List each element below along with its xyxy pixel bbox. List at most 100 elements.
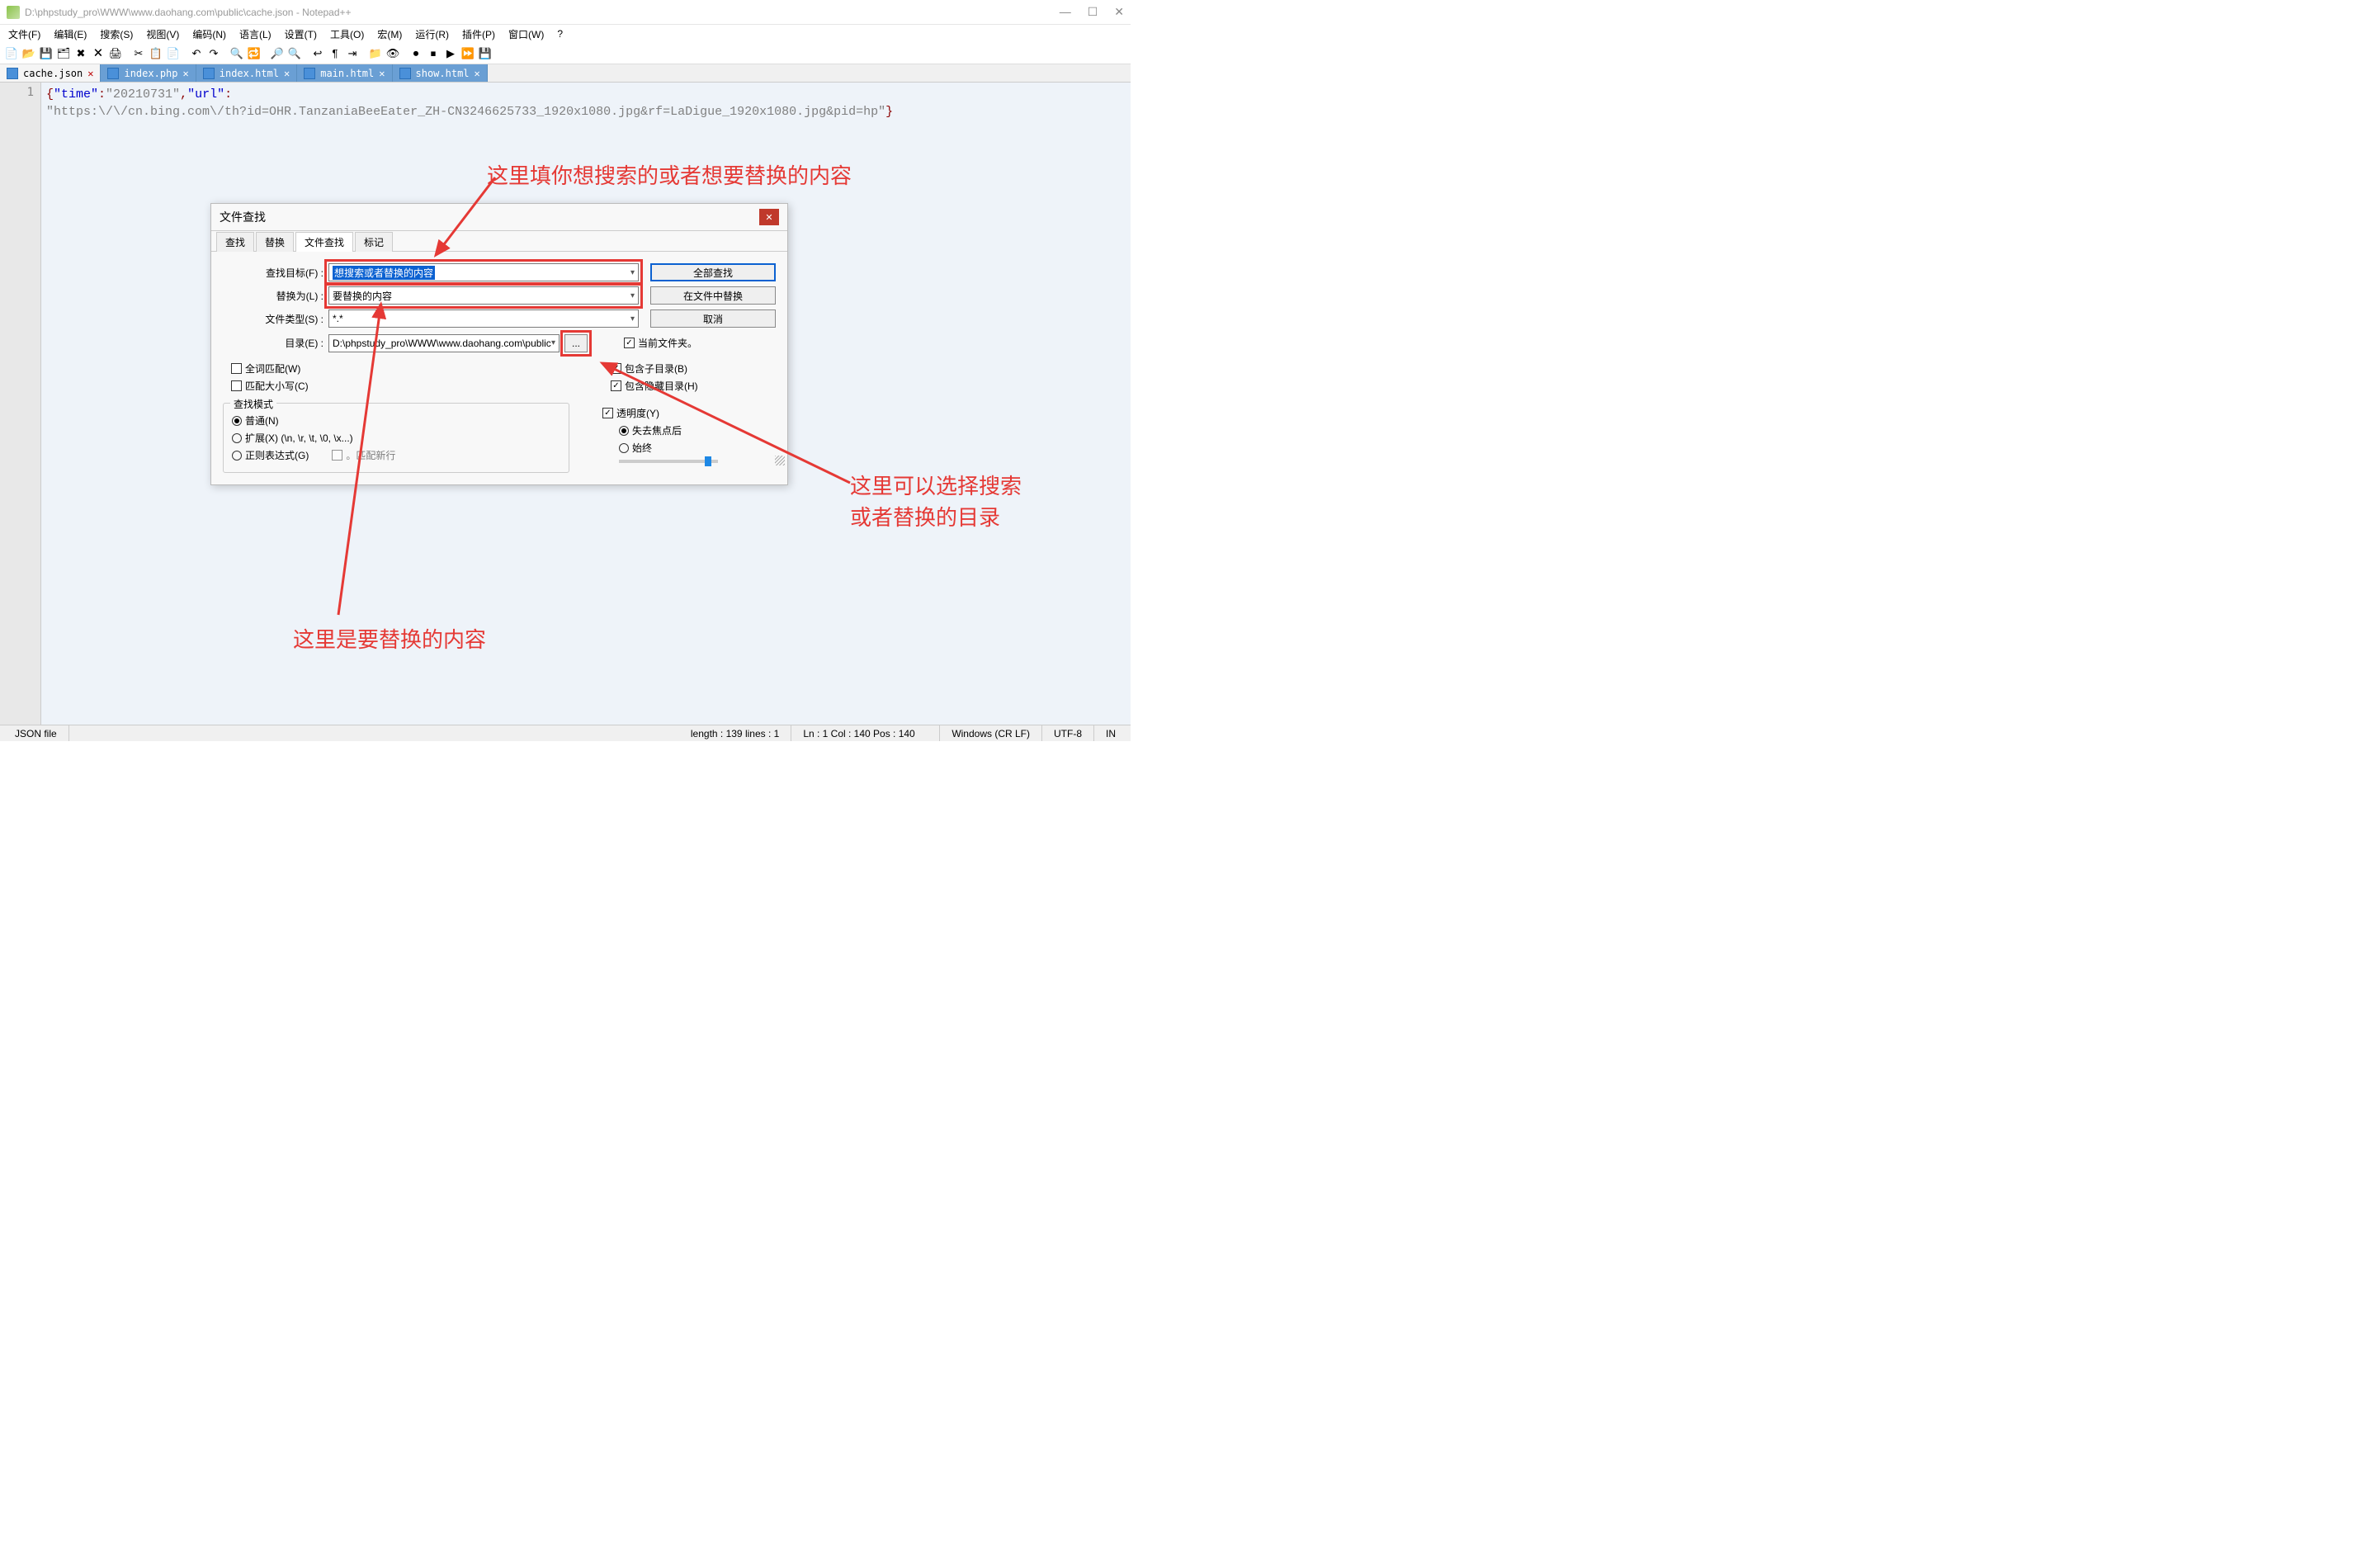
undo-icon[interactable]: ↶ bbox=[188, 45, 205, 62]
open-icon[interactable]: 📂 bbox=[21, 45, 37, 62]
tab-label: show.html bbox=[416, 68, 470, 79]
chevron-down-icon[interactable]: ▾ bbox=[630, 291, 635, 300]
current-folder-checkbox[interactable]: ✓ bbox=[624, 338, 635, 348]
match-case-checkbox[interactable] bbox=[231, 380, 242, 391]
tab-find[interactable]: 查找 bbox=[216, 232, 254, 252]
minimize-button[interactable]: — bbox=[1060, 5, 1071, 19]
folder-icon[interactable]: 📁 bbox=[367, 45, 384, 62]
subfolders-checkbox[interactable]: ✓ bbox=[611, 363, 621, 374]
indent-icon[interactable]: ⇥ bbox=[344, 45, 361, 62]
tab-close-icon[interactable]: ✕ bbox=[284, 68, 290, 79]
chevron-down-icon[interactable]: ▾ bbox=[551, 338, 555, 347]
menu-run[interactable]: 运行(R) bbox=[410, 26, 454, 43]
find-icon[interactable]: 🔍 bbox=[229, 45, 245, 62]
close-button[interactable]: ✕ bbox=[1114, 5, 1124, 19]
tab-label: main.html bbox=[320, 68, 374, 79]
statusbar: JSON file length : 139 lines : 1 Ln : 1 … bbox=[0, 725, 1131, 741]
play-icon[interactable]: ▶ bbox=[442, 45, 459, 62]
redo-icon[interactable]: ↷ bbox=[205, 45, 222, 62]
extended-radio[interactable] bbox=[232, 433, 242, 443]
record-icon[interactable]: ⏺ bbox=[408, 45, 424, 62]
wrap-icon[interactable]: ↩ bbox=[309, 45, 326, 62]
directory-value: D:\phpstudy_pro\WWW\www.daohang.com\publ… bbox=[333, 338, 551, 349]
whole-word-checkbox[interactable] bbox=[231, 363, 242, 374]
tab-main-html[interactable]: main.html ✕ bbox=[297, 64, 392, 82]
find-value: 想搜索或者替换的内容 bbox=[333, 266, 435, 280]
status-length: length : 139 lines : 1 bbox=[679, 725, 791, 741]
tab-mark[interactable]: 标记 bbox=[355, 232, 393, 252]
find-all-button[interactable]: 全部查找 bbox=[650, 263, 776, 281]
on-lose-focus-radio[interactable] bbox=[619, 426, 629, 436]
on-lose-focus-label: 失去焦点后 bbox=[632, 423, 682, 437]
always-radio[interactable] bbox=[619, 443, 629, 453]
menu-file[interactable]: 文件(F) bbox=[3, 26, 45, 43]
chevron-down-icon[interactable]: ▾ bbox=[630, 268, 635, 277]
tab-find-in-files[interactable]: 文件查找 bbox=[295, 232, 353, 252]
cut-icon[interactable]: ✂ bbox=[130, 45, 147, 62]
filetype-input[interactable]: *.* ▾ bbox=[328, 309, 639, 328]
copy-icon[interactable]: 📋 bbox=[148, 45, 164, 62]
close-icon[interactable]: ✖ bbox=[73, 45, 89, 62]
transparency-slider[interactable] bbox=[619, 460, 718, 463]
menu-search[interactable]: 搜索(S) bbox=[95, 26, 138, 43]
dialog-title: 文件查找 bbox=[220, 209, 759, 225]
brace: } bbox=[885, 105, 893, 119]
menu-settings[interactable]: 设置(T) bbox=[280, 26, 322, 43]
menu-view[interactable]: 视图(V) bbox=[141, 26, 184, 43]
transparency-checkbox[interactable]: ✓ bbox=[602, 408, 613, 418]
browse-button[interactable]: ... bbox=[564, 334, 588, 352]
normal-radio[interactable] bbox=[232, 416, 242, 426]
close-all-icon[interactable]: 🗙 bbox=[90, 45, 106, 62]
maximize-button[interactable]: ☐ bbox=[1088, 5, 1098, 19]
zoom-in-icon[interactable]: 🔎 bbox=[269, 45, 286, 62]
replace-value: 要替换的内容 bbox=[333, 289, 392, 303]
file-icon bbox=[203, 68, 215, 79]
tab-index-html[interactable]: index.html ✕ bbox=[196, 64, 297, 82]
tab-close-icon[interactable]: ✕ bbox=[183, 68, 189, 79]
paste-icon[interactable]: 📄 bbox=[165, 45, 182, 62]
fast-icon[interactable]: ⏩ bbox=[460, 45, 476, 62]
menu-tools[interactable]: 工具(O) bbox=[325, 26, 369, 43]
tab-close-icon[interactable]: ✕ bbox=[475, 68, 480, 79]
tab-cache-json[interactable]: cache.json ✕ bbox=[0, 64, 101, 82]
cancel-button[interactable]: 取消 bbox=[650, 309, 776, 328]
menu-edit[interactable]: 编辑(E) bbox=[49, 26, 92, 43]
extended-label: 扩展(X) (\n, \r, \t, \0, \x...) bbox=[245, 431, 353, 445]
json-value: "20210731" bbox=[106, 87, 180, 102]
chevron-down-icon[interactable]: ▾ bbox=[630, 314, 635, 324]
dialog-close-button[interactable]: ✕ bbox=[759, 209, 779, 225]
status-eol: Windows (CR LF) bbox=[940, 725, 1042, 741]
tab-show-html[interactable]: show.html ✕ bbox=[393, 64, 488, 82]
menu-plugins[interactable]: 插件(P) bbox=[457, 26, 500, 43]
menu-macro[interactable]: 宏(M) bbox=[372, 26, 407, 43]
json-key: "time" bbox=[54, 87, 98, 102]
tab-replace[interactable]: 替换 bbox=[256, 232, 294, 252]
transparency-label: 透明度(Y) bbox=[616, 406, 659, 420]
show-all-icon[interactable]: ¶ bbox=[327, 45, 343, 62]
match-newline-checkbox[interactable] bbox=[332, 450, 342, 461]
find-input[interactable]: 想搜索或者替换的内容 ▾ bbox=[328, 263, 639, 281]
save-icon[interactable]: 💾 bbox=[38, 45, 54, 62]
save-all-icon[interactable]: 🗂 bbox=[55, 45, 72, 62]
directory-input[interactable]: D:\phpstudy_pro\WWW\www.daohang.com\publ… bbox=[328, 334, 560, 352]
regex-radio[interactable] bbox=[232, 451, 242, 461]
menu-help[interactable]: ? bbox=[552, 26, 568, 41]
resize-grip[interactable] bbox=[775, 456, 785, 465]
tab-close-icon[interactable]: ✕ bbox=[87, 68, 93, 79]
monitor-icon[interactable]: 👁 bbox=[385, 45, 401, 62]
replace-in-files-button[interactable]: 在文件中替换 bbox=[650, 286, 776, 305]
new-icon[interactable]: 📄 bbox=[3, 45, 20, 62]
menu-encoding[interactable]: 编码(N) bbox=[187, 26, 231, 43]
save-macro-icon[interactable]: 💾 bbox=[477, 45, 493, 62]
stop-icon[interactable]: ⏹ bbox=[425, 45, 442, 62]
replace-input[interactable]: 要替换的内容 ▾ bbox=[328, 286, 639, 305]
replace-icon[interactable]: 🔁 bbox=[246, 45, 262, 62]
zoom-out-icon[interactable]: 🔍 bbox=[286, 45, 303, 62]
print-icon[interactable]: 🖨 bbox=[107, 45, 124, 62]
menu-language[interactable]: 语言(L) bbox=[234, 26, 276, 43]
find-in-files-dialog: 文件查找 ✕ 查找 替换 文件查找 标记 查找目标(F) : 想搜索或者替换的内… bbox=[210, 203, 788, 485]
tab-close-icon[interactable]: ✕ bbox=[379, 68, 385, 79]
menu-window[interactable]: 窗口(W) bbox=[503, 26, 549, 43]
tab-index-php[interactable]: index.php ✕ bbox=[101, 64, 196, 82]
hidden-checkbox[interactable]: ✓ bbox=[611, 380, 621, 391]
